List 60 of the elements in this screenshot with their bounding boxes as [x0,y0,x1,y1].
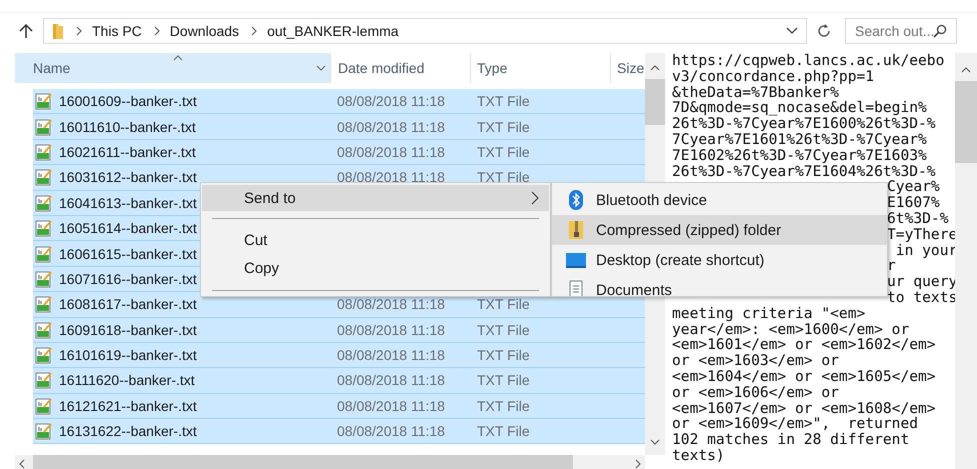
text-line: 26t%3D-%7Cyear%7E1604%26t%3D-% [672,162,936,180]
file-name: 16011610--banker-.txt [59,118,196,135]
file-type: TXT File [477,169,530,186]
file-type: TXT File [477,93,530,110]
text-line: <em>1607</em> or <em>1608</em> [672,400,936,417]
date-modified: 08/08/2018 11:18 [337,296,445,312]
text-line: 102 matches in 28 different [672,431,910,448]
file-name: 16021611--banker-.txt [59,144,196,160]
text-line: v3/concordance.php?pp=1 [672,68,874,85]
date-modified: 08/08/2018 11:18 [337,347,445,364]
date-modified: 08/08/2018 11:18 [337,398,445,414]
text-line: E1607% [887,194,940,212]
file-name: 16031612--banker-.txt [59,169,197,186]
file-name: 16081617--banker-.txt [59,296,197,312]
text-line: T=yThere [887,226,958,243]
file-name: 16121621--banker-.txt [59,398,197,414]
date-modified: 08/08/2018 11:18 [337,93,445,110]
text-line: texts) [672,446,725,464]
text-line: https://cqpweb.lancs.ac.uk/eebo [672,52,944,69]
text-line: <em>1601</em> or <em>1602</em> [672,336,936,354]
text-line: 6t%3D-% [887,210,949,227]
date-modified: 08/08/2018 11:18 [337,144,445,160]
date-modified: 08/08/2018 11:18 [337,423,445,440]
text-line: Cyear% [887,178,940,196]
file-type: TXT File [477,398,530,414]
text-line: 7Cyear%7E1601%26t%3D-%7Cyear% [672,130,927,148]
text-line: 7E1602%26t%3D-%7Cyear%7E1603% [672,146,927,164]
text-line: meeting criteria "<em> [672,304,866,322]
date-modified: 08/08/2018 11:18 [337,118,445,135]
date-modified: 08/08/2018 11:18 [337,372,445,388]
file-type: TXT File [477,347,530,364]
file-name: 16041613--banker-.txt [59,194,197,211]
text-line: to texts [887,288,958,306]
file-name: 16091618--banker-.txt [59,322,197,338]
file-type: TXT File [477,118,530,135]
file-type: TXT File [477,144,530,160]
text-line: 7D&qmode=sq_nocase&del=begin% [672,99,927,116]
file-type: TXT File [477,372,530,388]
file-name: 16131622--banker-.txt [59,423,197,440]
text-line: <em>1604</em> or <em>1605</em> [672,368,936,385]
text-line: in your [896,242,958,259]
file-type: TXT File [477,423,530,440]
file-name: 16051614--banker-.txt [59,220,197,236]
text-line: &theData=%7Bbanker% [672,84,839,101]
text-line: year</em>: <em>1600</em> or [672,320,910,338]
text-line: or <em>1606</em> or [672,384,839,401]
file-name: 16111620--banker-.txt [59,372,195,388]
text-line: 26t%3D-%7Cyear%7E1600%26t%3D-% [672,115,936,132]
text-line: ur query [887,273,958,290]
file-name: 16101619--banker-.txt [59,347,197,364]
file-name: 16001609--banker-.txt [59,93,197,110]
file-name: 16061615--banker-.txt [59,246,197,262]
date-modified: 08/08/2018 11:18 [337,169,445,186]
file-name: 16071616--banker-.txt [59,270,197,287]
file-type: TXT File [477,296,530,312]
text-line: r [887,257,896,274]
text-line: or <em>1603</em> or [672,352,839,370]
date-modified: 08/08/2018 11:18 [337,322,445,338]
file-type: TXT File [477,322,530,338]
text-line: or <em>1609</em>", returned [672,415,918,432]
